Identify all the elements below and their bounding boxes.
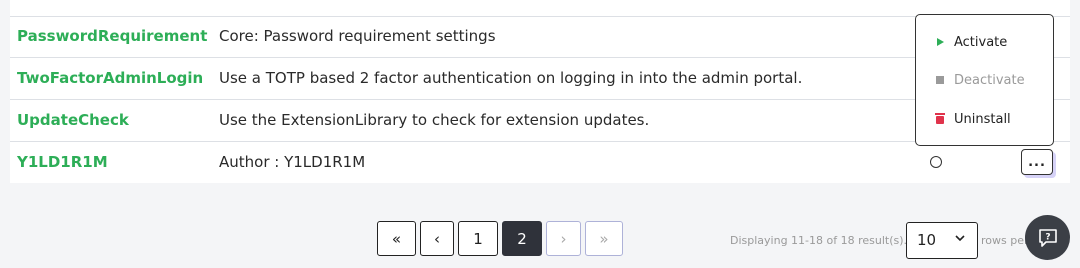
stop-icon bbox=[934, 76, 946, 84]
prev-page-button[interactable]: ‹ bbox=[420, 221, 454, 256]
table-row: PasswordRequirement Core: Password requi… bbox=[10, 16, 1070, 58]
first-page-button[interactable]: « bbox=[377, 221, 416, 256]
extension-description: Core: Password requirement settings bbox=[219, 27, 496, 45]
table-row: TwoFactorAdminLogin Use a TOTP based 2 f… bbox=[10, 58, 1070, 100]
table-row: Y1LD1R1M Author : Y1LD1R1M ... bbox=[10, 142, 1070, 183]
table-row: UpdateCheck Use the ExtensionLibrary to … bbox=[10, 100, 1070, 142]
extension-name-link[interactable]: TwoFactorAdminLogin bbox=[17, 58, 203, 99]
activate-menu-item[interactable]: Activate bbox=[916, 27, 1053, 57]
uninstall-menu-item[interactable]: Uninstall bbox=[916, 104, 1053, 134]
rows-per-page-select[interactable]: 10 bbox=[906, 222, 978, 259]
extension-description: Author : Y1LD1R1M bbox=[219, 153, 366, 171]
extensions-table: PasswordRequirement Core: Password requi… bbox=[10, 0, 1070, 183]
deactivate-menu-item: Deactivate bbox=[916, 65, 1053, 95]
chevron-down-icon bbox=[955, 235, 965, 242]
extension-description: Use the ExtensionLibrary to check for ex… bbox=[219, 111, 650, 129]
play-icon bbox=[934, 38, 946, 46]
extension-name-link[interactable]: Y1LD1R1M bbox=[17, 142, 108, 183]
trash-icon bbox=[934, 113, 946, 124]
svg-text:?: ? bbox=[1045, 232, 1050, 242]
row-actions-dropdown: Activate Deactivate Uninstall bbox=[915, 14, 1054, 146]
help-chat-button[interactable]: ? bbox=[1025, 215, 1070, 260]
last-page-button: » bbox=[585, 221, 623, 256]
page-1-button[interactable]: 1 bbox=[458, 221, 498, 256]
next-page-button: › bbox=[546, 221, 581, 256]
help-chat-icon: ? bbox=[1038, 228, 1057, 247]
uninstall-label: Uninstall bbox=[954, 111, 1011, 127]
row-menu-button[interactable]: ... bbox=[1021, 149, 1053, 175]
activate-label: Activate bbox=[954, 34, 1008, 50]
rows-per-page-value: 10 bbox=[917, 231, 937, 249]
extension-name-link[interactable]: PasswordRequirement bbox=[17, 16, 207, 57]
results-summary: Displaying 11-18 of 18 result(s). bbox=[730, 234, 908, 247]
extension-name-link[interactable]: UpdateCheck bbox=[17, 100, 129, 141]
status-inactive-icon bbox=[930, 156, 942, 168]
page-2-button[interactable]: 2 bbox=[502, 221, 542, 256]
extension-description: Use a TOTP based 2 factor authentication… bbox=[219, 69, 803, 87]
deactivate-label: Deactivate bbox=[954, 72, 1025, 88]
table-row-partial bbox=[10, 0, 1070, 17]
